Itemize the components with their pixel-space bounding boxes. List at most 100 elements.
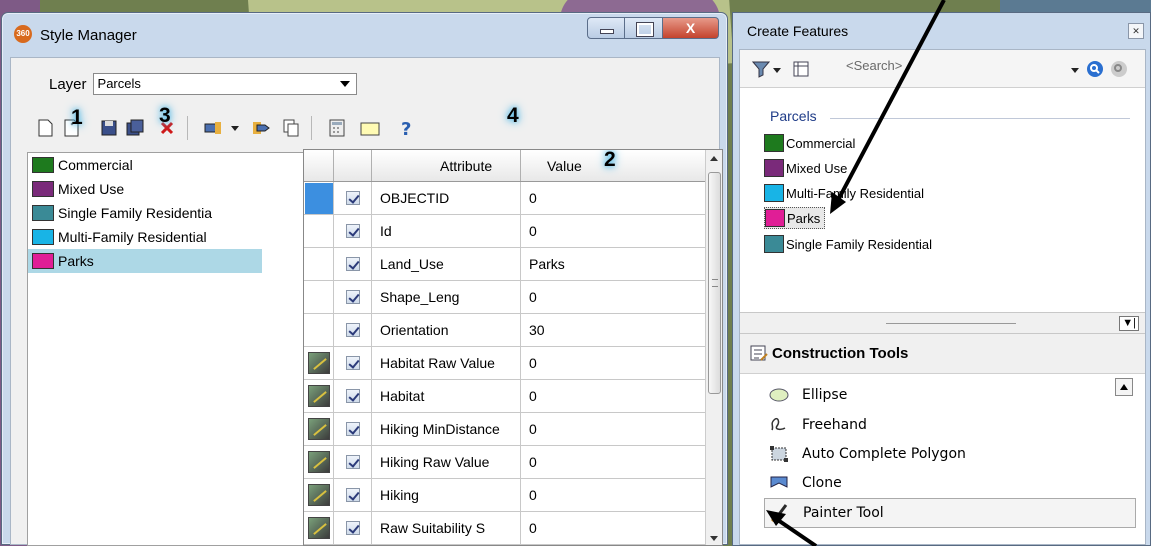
export-style-icon[interactable] — [251, 118, 271, 138]
value-cell[interactable]: 30 — [521, 314, 707, 346]
expression-icon[interactable] — [307, 517, 330, 539]
class-item[interactable]: Mixed Use — [28, 177, 303, 201]
class-item[interactable]: Multi-Family Residential — [28, 225, 303, 249]
panel-splitter[interactable]: ▼| — [740, 312, 1145, 334]
visible-checkbox[interactable] — [345, 323, 360, 337]
attribute-column-header[interactable]: Attribute — [372, 150, 521, 181]
table-row[interactable]: Shape_Leng 0 — [304, 281, 707, 314]
value-cell[interactable]: 0 — [521, 281, 707, 313]
value-cell[interactable]: 0 — [521, 446, 707, 478]
close-button[interactable]: X — [663, 17, 719, 39]
clear-search-icon[interactable] — [1110, 60, 1128, 78]
symbol-icon[interactable] — [359, 118, 381, 138]
value-cell[interactable]: 0 — [521, 413, 707, 445]
table-row[interactable]: Land_Use Parks — [304, 248, 707, 281]
template-item-selected[interactable]: Parks — [764, 207, 826, 229]
value-cell[interactable]: 0 — [521, 215, 707, 247]
row-indicator[interactable] — [304, 380, 334, 412]
row-indicator[interactable] — [304, 512, 334, 544]
table-row[interactable]: Orientation 30 — [304, 314, 707, 347]
value-cell[interactable]: 0 — [521, 479, 707, 511]
minimize-button[interactable] — [587, 17, 625, 39]
template-item[interactable]: Mixed Use — [764, 157, 847, 179]
value-cell[interactable]: 0 — [521, 512, 707, 544]
table-row[interactable]: Id 0 — [304, 215, 707, 248]
class-item[interactable]: Commercial — [28, 153, 303, 177]
value-cell[interactable]: 0 — [521, 380, 707, 412]
row-indicator[interactable] — [304, 479, 334, 511]
expression-icon[interactable] — [307, 418, 330, 440]
new-style-icon[interactable] — [35, 118, 55, 138]
search-icon[interactable] — [1086, 60, 1104, 78]
tool-freehand[interactable]: Freehand — [768, 412, 867, 438]
row-indicator[interactable] — [304, 413, 334, 445]
visible-checkbox[interactable] — [345, 422, 360, 436]
tool-ellipse[interactable]: Ellipse — [768, 382, 847, 408]
table-row[interactable]: Habitat Raw Value 0 — [304, 347, 707, 380]
expression-icon[interactable] — [307, 352, 330, 374]
row-indicator[interactable] — [304, 182, 334, 214]
close-icon[interactable]: ✕ — [1128, 23, 1144, 39]
filter-icon[interactable] — [752, 60, 770, 78]
tools-scroll-up-icon[interactable] — [1115, 378, 1133, 396]
visible-checkbox[interactable] — [345, 257, 360, 271]
save-all-icon[interactable] — [125, 118, 145, 138]
class-item-selected[interactable]: Parks — [28, 249, 262, 273]
table-row[interactable]: Habitat 0 — [304, 380, 707, 413]
visible-checkbox[interactable] — [345, 224, 360, 238]
value-cell[interactable]: 0 — [521, 182, 707, 214]
row-indicator[interactable] — [304, 314, 334, 346]
maximize-button[interactable] — [625, 17, 663, 39]
class-item[interactable]: Single Family Residentia — [28, 201, 303, 225]
scroll-down-icon[interactable] — [710, 536, 718, 541]
row-selector[interactable] — [304, 182, 333, 214]
row-indicator[interactable] — [304, 347, 334, 379]
template-search-input[interactable]: <Search> — [846, 58, 902, 73]
row-indicator[interactable] — [304, 215, 334, 247]
row-indicator[interactable] — [304, 446, 334, 478]
color-swatch — [764, 134, 784, 152]
grid-scrollbar[interactable] — [705, 150, 722, 545]
chevron-down-icon[interactable] — [339, 81, 350, 87]
template-item[interactable]: Multi-Family Residential — [764, 182, 924, 204]
chevron-down-icon[interactable] — [1070, 60, 1080, 78]
save-icon[interactable] — [99, 118, 119, 138]
template-label: Single Family Residential — [786, 236, 932, 252]
layer-dropdown[interactable]: Parcels — [92, 73, 357, 95]
visible-checkbox[interactable] — [345, 191, 360, 205]
import-style-icon[interactable] — [203, 118, 223, 138]
table-row[interactable]: Hiking MinDistance 0 — [304, 413, 707, 446]
visible-checkbox[interactable] — [345, 290, 360, 304]
tool-auto-complete-polygon[interactable]: Auto Complete Polygon — [768, 441, 966, 467]
visible-checkbox[interactable] — [345, 389, 360, 403]
template-item[interactable]: Commercial — [764, 132, 855, 154]
calculator-icon[interactable] — [327, 118, 347, 138]
expression-icon[interactable] — [307, 385, 330, 407]
table-row[interactable]: OBJECTID 0 — [304, 182, 707, 215]
row-indicator[interactable] — [304, 281, 334, 313]
scroll-thumb[interactable] — [708, 172, 721, 394]
visible-checkbox[interactable] — [345, 455, 360, 469]
tool-clone[interactable]: Clone — [768, 470, 842, 496]
help-icon[interactable]: ? — [397, 118, 417, 138]
visible-checkbox[interactable] — [345, 521, 360, 535]
visible-checkbox[interactable] — [345, 488, 360, 502]
chevron-down-icon[interactable] — [772, 60, 782, 78]
organize-templates-icon[interactable] — [792, 60, 810, 78]
copy-icon[interactable] — [281, 118, 301, 138]
template-item[interactable]: Single Family Residential — [764, 233, 932, 255]
tool-painter-selected[interactable]: Painter Tool — [764, 498, 1136, 528]
row-indicator[interactable] — [304, 248, 334, 280]
scroll-up-icon[interactable] — [710, 156, 718, 161]
expression-icon[interactable] — [307, 484, 330, 506]
expression-icon[interactable] — [307, 451, 330, 473]
table-row[interactable]: Hiking 0 — [304, 479, 707, 512]
chevron-down-icon[interactable] — [229, 118, 241, 138]
table-row[interactable]: Raw Suitability S0 — [304, 512, 707, 545]
value-cell[interactable]: Parks — [521, 248, 707, 280]
table-row[interactable]: Hiking Raw Value 0 — [304, 446, 707, 479]
visible-checkbox[interactable] — [345, 356, 360, 370]
title-bar[interactable]: 360 Style Manager X — [2, 13, 727, 57]
value-cell[interactable]: 0 — [521, 347, 707, 379]
toggle-panel-icon[interactable]: ▼| — [1119, 316, 1139, 331]
